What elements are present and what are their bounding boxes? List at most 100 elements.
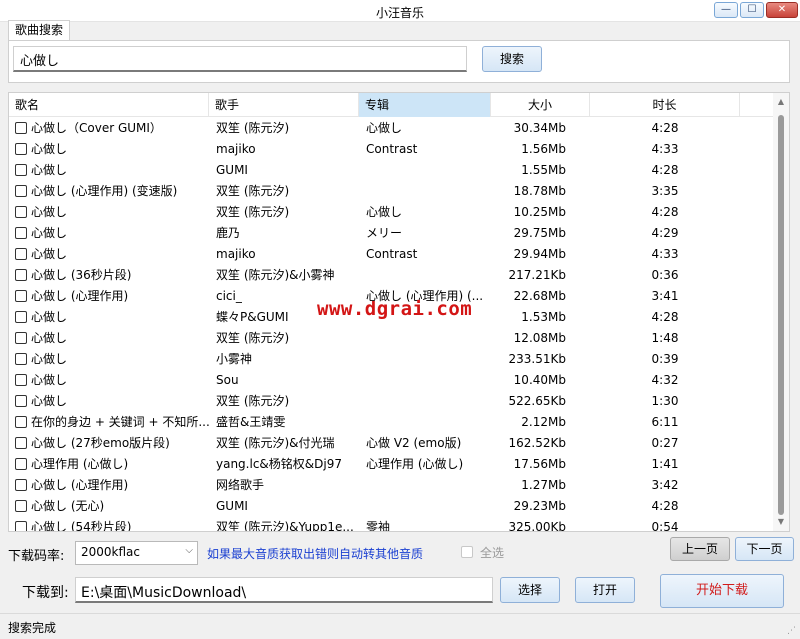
scroll-down-icon[interactable]: ▼ [773, 515, 789, 529]
cell-song-name: 心做し（Cover GUMI） [31, 121, 162, 135]
cell-duration: 4:28 [651, 205, 679, 219]
row-checkbox[interactable] [15, 227, 27, 239]
row-checkbox[interactable] [15, 353, 27, 365]
tab-song-search[interactable]: 歌曲搜索 [8, 20, 70, 40]
cell-file-size: 233.51Kb [508, 352, 566, 366]
download-path-input[interactable]: E:\桌面\MusicDownload\ [75, 577, 493, 603]
cell-duration: 3:35 [651, 184, 679, 198]
cell-artist: 小雾神 [216, 352, 253, 366]
row-checkbox[interactable] [15, 143, 27, 155]
cell-artist: 双笙 (陈元汐) [216, 394, 290, 408]
cell-song-name: 心做し [31, 142, 68, 156]
close-button[interactable]: ✕ [766, 2, 798, 18]
cell-artist: 双笙 (陈元汐) [216, 331, 290, 345]
table-row[interactable]: 心做し (无心) GUMI 29.23Mb 4:28 [9, 496, 773, 517]
cell-duration: 1:30 [651, 394, 679, 408]
row-checkbox[interactable] [15, 206, 27, 218]
search-input[interactable]: 心做し [13, 46, 467, 72]
table-row[interactable]: 心做し (54秒片段) 双笙 (陈元汐)&Yupp1e... 零袖 325.00Kb 0… [9, 517, 773, 532]
cell-file-size: 1.27Mb [521, 478, 566, 492]
browse-button[interactable]: 选择 [500, 577, 560, 603]
maximize-button[interactable]: ☐ [740, 2, 764, 18]
cell-file-size: 162.52Kb [508, 436, 566, 450]
table-row[interactable]: 在你的身边 + 关键词 + 不知所... 盛哲&王靖雯 2.12Mb 6:11 [9, 412, 773, 433]
cell-artist: 双笙 (陈元汐) [216, 121, 290, 135]
table-row[interactable]: 心做し (27秒emo版片段) 双笙 (陈元汐)&付光瑞 心做 V2 (emo版) 1… [9, 433, 773, 454]
cell-duration: 4:32 [651, 373, 679, 387]
row-checkbox[interactable] [15, 374, 27, 386]
table-row[interactable]: 心理作用 (心做し) yang.lc&杨铭权&Dj97 心理作用 (心做し) 17.5… [9, 454, 773, 475]
cell-file-size: 1.56Mb [521, 142, 566, 156]
cell-file-size: 12.08Mb [513, 331, 566, 345]
table-row[interactable]: 心做し GUMI 1.55Mb 4:28 [9, 160, 773, 181]
row-checkbox[interactable] [15, 269, 27, 281]
row-checkbox[interactable] [15, 458, 27, 470]
row-checkbox[interactable] [15, 311, 27, 323]
scroll-up-icon[interactable]: ▲ [773, 95, 789, 109]
column-header-name[interactable]: 歌名 [9, 93, 209, 117]
cell-song-name: 心做し [31, 394, 68, 408]
next-page-button[interactable]: 下一页 [735, 537, 794, 561]
row-checkbox[interactable] [15, 521, 27, 531]
cell-artist: 网络歌手 [216, 478, 265, 492]
row-checkbox[interactable] [15, 416, 27, 428]
quality-notice: 如果最大音质获取出错则自动转其他音质 [207, 547, 424, 561]
row-checkbox[interactable] [15, 248, 27, 260]
row-checkbox[interactable] [15, 185, 27, 197]
cell-file-size: 10.25Mb [513, 205, 566, 219]
cell-duration: 0:54 [651, 520, 679, 532]
search-button[interactable]: 搜索 [482, 46, 542, 72]
column-header-album[interactable]: 专辑 [359, 93, 491, 117]
column-header-artist[interactable]: 歌手 [209, 93, 359, 117]
bitrate-select[interactable]: 2000kflac ⌵ [75, 541, 198, 565]
row-checkbox[interactable] [15, 164, 27, 176]
row-checkbox[interactable] [15, 500, 27, 512]
table-row[interactable]: 心做し 双笙 (陈元汐) 心做し 10.25Mb 4:28 [9, 202, 773, 223]
bitrate-value: 2000kflac [81, 545, 140, 559]
select-all-checkbox[interactable] [461, 546, 473, 558]
title-bar: 小汪音乐 — ☐ ✕ [0, 0, 800, 22]
column-header-duration[interactable]: 时长 [590, 93, 740, 117]
cell-song-name: 心做し [31, 163, 68, 177]
table-row[interactable]: 心做し (心理作用) (变速版) 双笙 (陈元汐) 18.78Mb 3:35 [9, 181, 773, 202]
row-checkbox[interactable] [15, 290, 27, 302]
start-download-button[interactable]: 开始下载 [660, 574, 784, 608]
cell-artist: 双笙 (陈元汐) [216, 184, 290, 198]
table-row[interactable]: 心做し (36秒片段) 双笙 (陈元汐)&小雾神 217.21Kb 0:36 [9, 265, 773, 286]
cell-artist: 双笙 (陈元汐)&付光瑞 [216, 436, 335, 450]
cell-duration: 0:36 [651, 268, 679, 282]
minimize-button[interactable]: — [714, 2, 738, 18]
cell-file-size: 1.53Mb [521, 310, 566, 324]
table-row[interactable]: 心做し majiko Contrast 29.94Mb 4:33 [9, 244, 773, 265]
row-checkbox[interactable] [15, 332, 27, 344]
table-row[interactable]: 心做し 小雾神 233.51Kb 0:39 [9, 349, 773, 370]
open-folder-button[interactable]: 打开 [575, 577, 635, 603]
table-row[interactable]: 心做し majiko Contrast 1.56Mb 4:33 [9, 139, 773, 160]
cell-artist: yang.lc&杨铭权&Dj97 [216, 457, 342, 471]
scroll-thumb[interactable] [778, 115, 784, 515]
table-row[interactable]: 心做し（Cover GUMI） 双笙 (陈元汐) 心做し 30.34Mb 4:28 [9, 118, 773, 139]
table-row[interactable]: 心做し Sou 10.40Mb 4:32 [9, 370, 773, 391]
cell-album: Contrast [366, 142, 418, 156]
resize-grip-icon[interactable]: ⋰ [787, 626, 797, 636]
row-checkbox[interactable] [15, 437, 27, 449]
cell-duration: 1:41 [651, 457, 679, 471]
row-checkbox[interactable] [15, 122, 27, 134]
table-row[interactable]: 心做し 双笙 (陈元汐) 12.08Mb 1:48 [9, 328, 773, 349]
chevron-down-icon: ⌵ [185, 545, 193, 556]
cell-album: 零袖 [366, 520, 391, 532]
status-text: 搜索完成 [8, 621, 57, 635]
table-row[interactable]: 心做し 双笙 (陈元汐) 522.65Kb 1:30 [9, 391, 773, 412]
cell-album: 心做し [366, 205, 403, 219]
vertical-scrollbar[interactable]: ▲ ▼ [773, 93, 789, 531]
cell-file-size: 325.00Kb [508, 520, 566, 532]
cell-duration: 4:29 [651, 226, 679, 240]
cell-album: 心理作用 (心做し) [366, 457, 464, 471]
cell-artist: majiko [216, 142, 256, 156]
row-checkbox[interactable] [15, 479, 27, 491]
column-header-size[interactable]: 大小 [491, 93, 590, 117]
row-checkbox[interactable] [15, 395, 27, 407]
table-row[interactable]: 心做し (心理作用) 网络歌手 1.27Mb 3:42 [9, 475, 773, 496]
prev-page-button[interactable]: 上一页 [670, 537, 730, 561]
table-row[interactable]: 心做し 鹿乃 メリー 29.75Mb 4:29 [9, 223, 773, 244]
